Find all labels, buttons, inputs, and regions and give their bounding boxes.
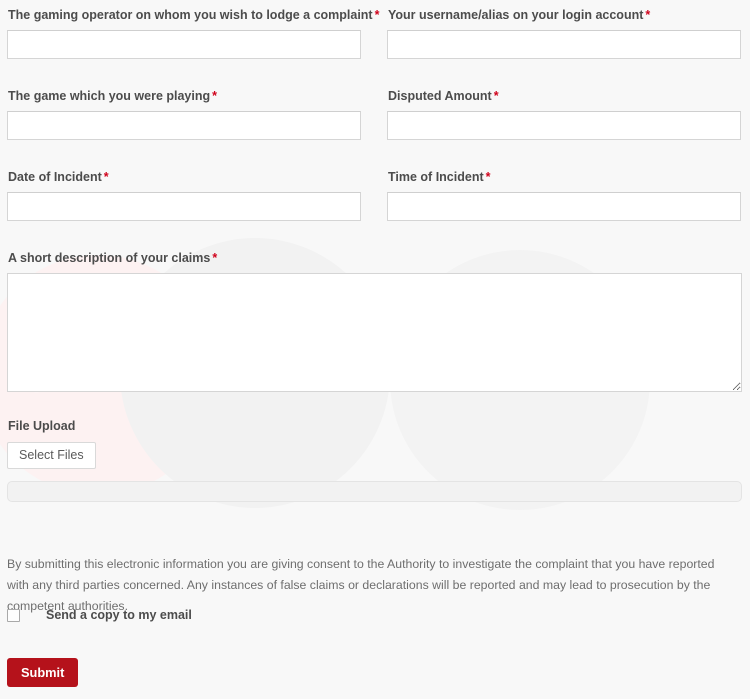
field-label-game-played: The game which you were playing * [8,89,361,103]
field-game-played: The game which you were playing * [7,89,361,140]
send-copy-checkbox[interactable] [7,608,20,622]
send-copy-label: Send a copy to my email [46,608,192,622]
field-label-disputed-amount: Disputed Amount * [388,89,741,103]
required-marker: * [103,170,109,184]
label-text: The game which you were playing [8,89,211,103]
required-marker: * [493,89,499,103]
file-dropzone-wrapper [7,481,742,502]
file-upload-label: File Upload [8,419,76,433]
file-dropzone[interactable] [7,481,742,502]
required-marker: * [645,8,651,22]
label-text: The gaming operator on whom you wish to … [8,8,373,22]
field-label-username-alias: Your username/alias on your login accoun… [388,8,741,22]
disputed-amount-input[interactable] [387,111,741,140]
username-alias-input[interactable] [387,30,741,59]
game-played-input[interactable] [7,111,361,140]
label-text: Disputed Amount [388,89,492,103]
send-copy-row: Send a copy to my email [7,608,192,622]
field-username-alias: Your username/alias on your login accoun… [387,8,741,59]
label-text: A short description of your claims [8,251,211,265]
required-marker: * [212,251,218,265]
required-marker: * [485,170,491,184]
required-marker: * [374,8,380,22]
field-date-of-incident: Date of Incident * [7,170,361,221]
field-label-time-of-incident: Time of Incident * [388,170,741,184]
field-gaming-operator: The gaming operator on whom you wish to … [7,8,379,59]
field-label-claims-description: A short description of your claims * [8,251,742,265]
field-disputed-amount: Disputed Amount * [387,89,741,140]
field-time-of-incident: Time of Incident * [387,170,741,221]
claims-description-textarea[interactable] [7,273,742,392]
claims-wrapper: A short description of your claims * [7,251,742,392]
gaming-operator-input[interactable] [7,30,361,59]
label-text: Time of Incident [388,170,484,184]
file-upload-wrapper: File Upload Select Files [7,419,742,469]
time-of-incident-input[interactable] [387,192,741,221]
field-label-gaming-operator: The gaming operator on whom you wish to … [8,8,379,22]
label-text: Your username/alias on your login accoun… [388,8,644,22]
submit-button[interactable]: Submit [7,658,79,687]
date-of-incident-input[interactable] [7,192,361,221]
label-text: Date of Incident [8,170,102,184]
select-files-button[interactable]: Select Files [7,442,96,469]
required-marker: * [212,89,218,103]
field-label-date-of-incident: Date of Incident * [8,170,361,184]
